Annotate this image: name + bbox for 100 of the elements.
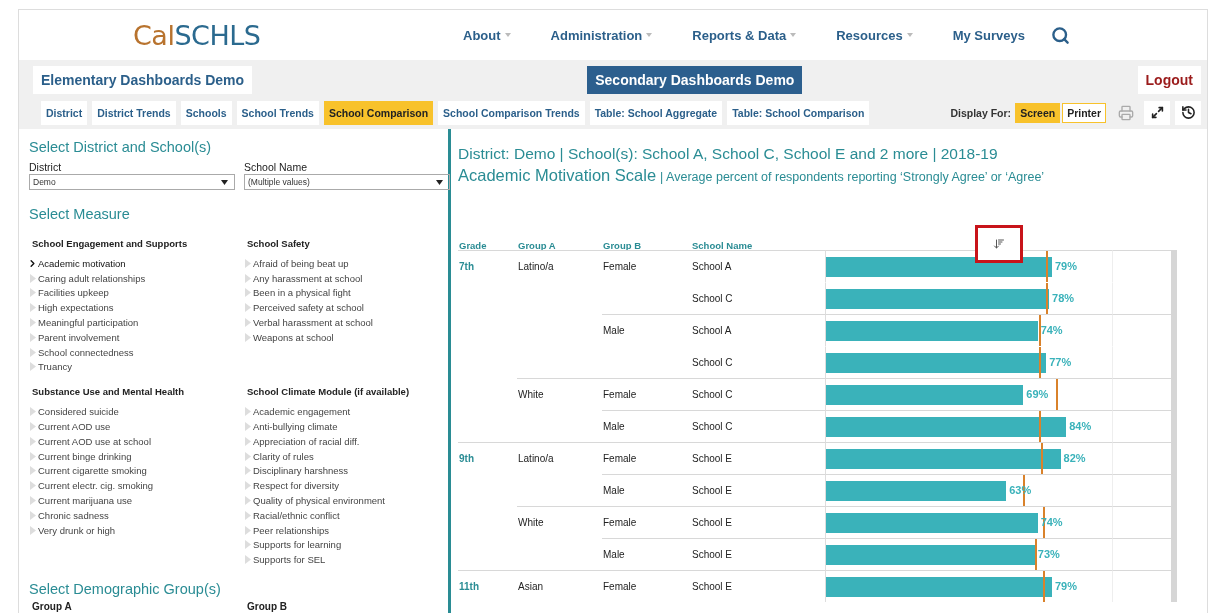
measure-item[interactable]: Anti-bullying climate	[253, 421, 338, 433]
measure-item[interactable]: Current marijuana use	[38, 495, 132, 507]
table-cell: 9th	[459, 453, 474, 464]
section-title: Select Measure	[29, 206, 131, 222]
table-cell: Latino/a	[518, 453, 554, 464]
table-cell: Female	[603, 581, 637, 592]
section-title: Select District and School(s)	[29, 139, 213, 155]
column-header: Group B	[602, 240, 642, 253]
table-cell: School E	[692, 485, 733, 496]
tab[interactable]: School Trends	[236, 100, 319, 125]
measure-item[interactable]: Current AOD use at school	[38, 435, 151, 447]
measure-item[interactable]: Appreciation of racial diff.	[253, 435, 360, 447]
report-title: District: Demo | School(s): School A, School C, School E and 2 more | 2018-19	[458, 145, 999, 163]
sort-button[interactable]	[975, 225, 1023, 263]
search-icon	[1050, 25, 1070, 45]
caret-icon	[504, 33, 511, 37]
measure-item[interactable]: Current electr. cig. smoking	[38, 480, 154, 492]
table-cell: Male	[603, 485, 625, 496]
group-title: School Climate Module (if available)	[247, 386, 411, 398]
measure-item[interactable]: Quality of physical environment	[253, 495, 385, 507]
measure-item[interactable]: Weapons at school	[253, 331, 334, 343]
measure-item[interactable]: School connectedness	[38, 346, 134, 358]
display-option[interactable]: Screen	[1015, 102, 1061, 123]
tab[interactable]: District Trends	[92, 100, 176, 125]
sort-icon	[993, 238, 1005, 250]
tab[interactable]: School Comparison Trends	[438, 100, 585, 125]
measure-item[interactable]: Current AOD use	[38, 421, 111, 433]
nav-link[interactable]: Reports & Data	[692, 27, 797, 43]
table-cell: School A	[692, 325, 732, 336]
table-cell: Latino/a	[518, 261, 554, 272]
section-title: Select Demographic Group(s)	[29, 581, 222, 598]
measure-item[interactable]: Facilities upkeep	[38, 287, 109, 299]
measure-item[interactable]: Academic motivation	[38, 257, 126, 269]
measure-item[interactable]: Perceived safety at school	[253, 302, 364, 314]
table-cell: White	[518, 517, 544, 528]
tab[interactable]: Schools	[180, 100, 232, 125]
measure-item[interactable]: Any harassment at school	[253, 272, 363, 284]
scrollbar[interactable]	[1171, 250, 1177, 602]
tab[interactable]: Table: School Aggregate	[589, 100, 723, 125]
table-cell: 11th	[459, 581, 479, 592]
group-title: School Safety	[247, 238, 311, 249]
display-option[interactable]: Printer	[1062, 102, 1106, 123]
measure-item[interactable]: Respect for diversity	[253, 480, 340, 492]
nav-link[interactable]: My Surveys	[952, 27, 1025, 43]
measure-item[interactable]: Meaningful participation	[38, 317, 139, 329]
dashboard-button[interactable]: Secondary Dashboards Demo	[587, 66, 803, 94]
value-label: 73%	[1037, 548, 1060, 560]
measure-description: | Average percent of respondents reporting ‘Strongly Agree’ or ‘Agree’	[660, 170, 1045, 184]
measure-item[interactable]: High expectations	[38, 302, 114, 314]
group-title: Substance Use and Mental Health	[32, 386, 186, 398]
measure-item[interactable]: Considered suicide	[38, 406, 119, 418]
measure-item[interactable]: Current binge drinking	[38, 450, 132, 462]
table-cell: School A	[692, 261, 732, 272]
measure-item[interactable]: Academic engagement	[253, 406, 351, 418]
value-label: 82%	[1063, 452, 1086, 464]
measure-item[interactable]: Chronic sadness	[38, 509, 109, 521]
dropdown-field[interactable]: (Multiple values)	[244, 174, 450, 190]
measure-item[interactable]: Caring adult relationships	[38, 272, 146, 284]
nav-link[interactable]: About	[463, 27, 511, 43]
measure-item[interactable]: Truancy	[38, 361, 72, 373]
history-button[interactable]	[1175, 100, 1201, 125]
measure-item[interactable]: Been in a physical fight	[253, 287, 351, 299]
dashboard-button[interactable]: Elementary Dashboards Demo	[33, 66, 253, 94]
measure-item[interactable]: Disciplinary harshness	[253, 465, 349, 477]
search-button[interactable]	[1050, 25, 1070, 45]
table-cell: White	[518, 389, 544, 400]
caret-icon	[790, 33, 797, 37]
measure-item[interactable]: Supports for learning	[253, 539, 342, 551]
measure-item[interactable]: Afraid of being beat up	[253, 257, 349, 269]
dropdown-field[interactable]: Demo	[29, 174, 235, 190]
display-for-label: Display For:	[950, 106, 1012, 119]
table-cell: 7th	[459, 261, 474, 272]
measure-item[interactable]: Supports for SEL	[253, 554, 326, 566]
measure-item[interactable]: Very drunk or high	[38, 524, 116, 536]
caret-icon	[436, 179, 443, 185]
nav-link[interactable]: Administration	[550, 27, 653, 43]
column-header: School Name	[691, 240, 754, 253]
fullscreen-button[interactable]	[1144, 100, 1170, 125]
logout-button[interactable]: Logout	[1137, 66, 1201, 94]
tab[interactable]: School Comparison	[323, 100, 434, 125]
table-cell: Female	[603, 517, 637, 528]
table-cell: School C	[692, 421, 733, 432]
column-header: Group A	[517, 240, 557, 253]
value-label: 84%	[1069, 420, 1092, 432]
nav-link[interactable]: Resources	[836, 27, 913, 43]
group-title: School Engagement and Supports	[32, 238, 189, 249]
value-label: 79%	[1054, 580, 1077, 592]
tab[interactable]: Table: School Comparison	[727, 100, 870, 125]
measure-item[interactable]: Verbal harassment at school	[253, 317, 373, 329]
tab[interactable]: District	[41, 100, 88, 125]
value-label: 77%	[1049, 356, 1072, 368]
logo[interactable]: CalSCHLS	[133, 19, 463, 51]
table-cell: School E	[692, 581, 733, 592]
measure-item[interactable]: Peer relationships	[253, 524, 330, 536]
value-label: 74%	[1040, 324, 1063, 336]
measure-item[interactable]: Clarity of rules	[253, 450, 314, 462]
table-cell: School E	[692, 517, 733, 528]
measure-item[interactable]: Parent involvement	[38, 331, 120, 343]
measure-item[interactable]: Racial/ethnic conflict	[253, 509, 340, 521]
measure-item[interactable]: Current cigarette smoking	[38, 465, 147, 477]
